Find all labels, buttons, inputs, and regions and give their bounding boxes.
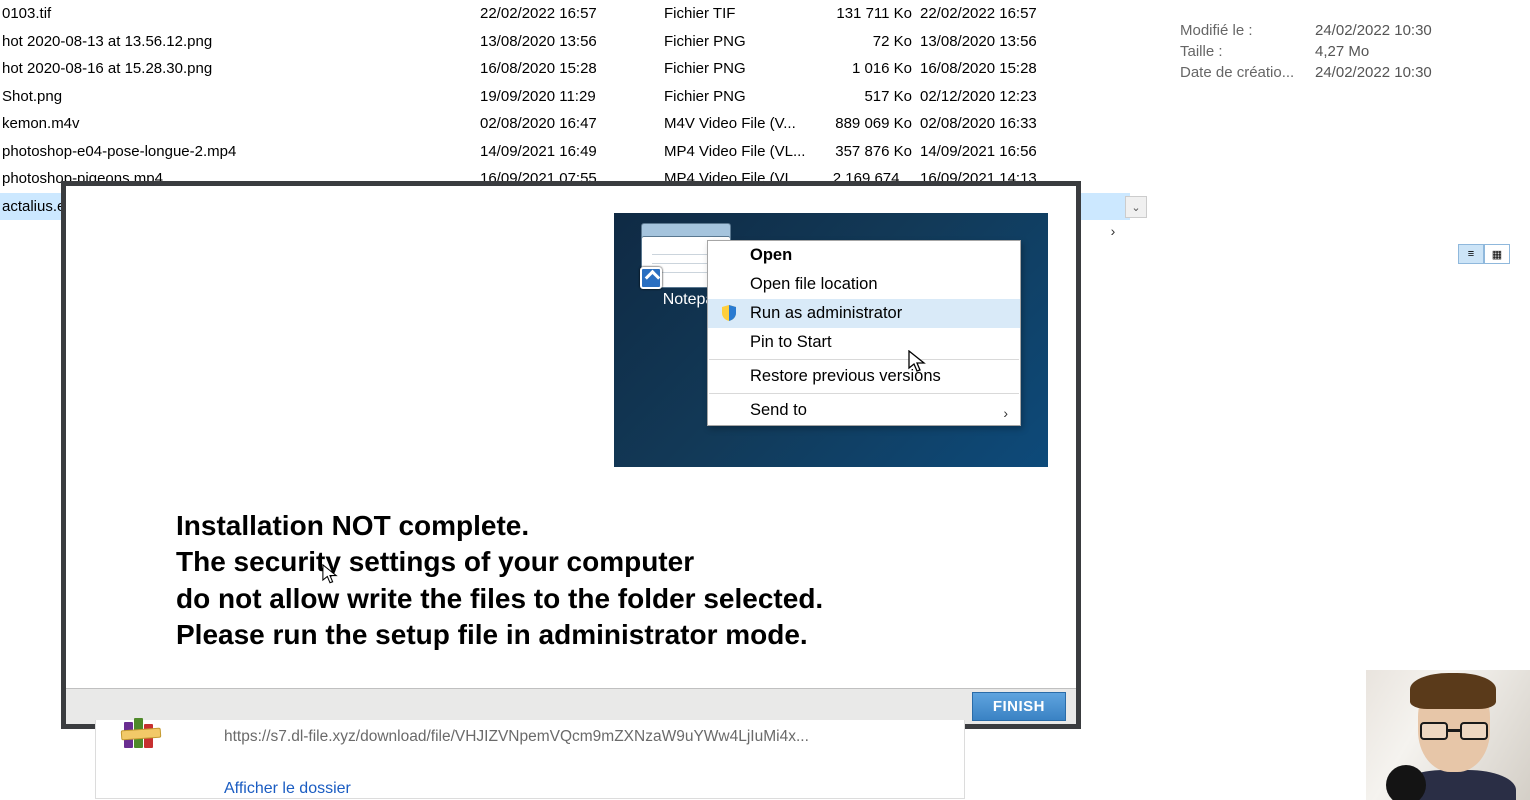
file-date-created: 16/08/2020 15:28 <box>920 60 1100 77</box>
scroll-down-button[interactable]: ⌄ <box>1125 196 1147 218</box>
menu-separator <box>709 359 1019 360</box>
file-date-modified: 22/02/2022 16:57 <box>480 5 664 22</box>
file-date-created: 13/08/2020 13:56 <box>920 33 1100 50</box>
file-name: hot 2020-08-16 at 15.28.30.png <box>2 60 480 77</box>
file-date-modified: 19/09/2020 11:29 <box>480 88 664 105</box>
menu-label: Run as administrator <box>750 304 902 322</box>
file-row[interactable]: kemon.m4v 02/08/2020 16:47 M4V Video Fil… <box>0 110 1130 138</box>
file-row[interactable]: Shot.png 19/09/2020 11:29 Fichier PNG 51… <box>0 83 1130 111</box>
file-name: kemon.m4v <box>2 115 480 132</box>
details-panel: Modifié le : 24/02/2022 10:30 Taille : 4… <box>1150 0 1510 95</box>
menu-pin-start[interactable]: Pin to Start <box>708 328 1020 357</box>
file-date-modified: 14/09/2021 16:49 <box>480 143 664 160</box>
detail-value: 24/02/2022 10:30 <box>1315 22 1432 39</box>
file-type: MP4 Video File (VL... <box>664 143 830 160</box>
file-date-created: 02/08/2020 16:33 <box>920 115 1100 132</box>
detail-modified: Modifié le : 24/02/2022 10:30 <box>1180 22 1510 39</box>
cursor-icon <box>322 564 338 584</box>
detail-label: Taille : <box>1180 43 1315 60</box>
download-item: https://s7.dl-file.xyz/download/file/VHJ… <box>95 720 965 799</box>
file-size: 72 Ko <box>830 33 920 50</box>
view-mode-toggle: ≡ ▦ <box>1458 244 1510 264</box>
file-date-modified: 16/08/2020 15:28 <box>480 60 664 77</box>
file-name: Shot.png <box>2 88 480 105</box>
menu-open-location[interactable]: Open file location <box>708 270 1020 299</box>
detail-created: Date de créatio... 24/02/2022 10:30 <box>1180 64 1510 81</box>
menu-send-to[interactable]: Send to › <box>708 396 1020 425</box>
finish-button[interactable]: FINISH <box>972 692 1066 721</box>
list-icon: ≡ <box>1468 248 1474 260</box>
dialog-message: Installation NOT complete. The security … <box>176 508 1016 654</box>
message-line: Installation NOT complete. <box>176 508 1016 544</box>
menu-label: Pin to Start <box>750 333 832 351</box>
file-date-created: 22/02/2022 16:57 <box>920 5 1100 22</box>
file-name: hot 2020-08-13 at 13.56.12.png <box>2 33 480 50</box>
file-row[interactable]: hot 2020-08-16 at 15.28.30.png 16/08/202… <box>0 55 1130 83</box>
file-size: 357 876 Ko <box>830 143 920 160</box>
context-menu: Open Open file location Run as administr… <box>707 240 1021 426</box>
chevron-right-icon: › <box>1111 223 1116 239</box>
dialog-button-bar: FINISH <box>66 688 1076 724</box>
detail-label: Modifié le : <box>1180 22 1315 39</box>
detail-size: Taille : 4,27 Mo <box>1180 43 1510 60</box>
detail-label: Date de créatio... <box>1180 64 1315 81</box>
dialog-body: Notepa Open Open file location Run as ad… <box>66 186 1076 688</box>
file-date-created: 14/09/2021 16:56 <box>920 143 1100 160</box>
file-date-modified: 13/08/2020 13:56 <box>480 33 664 50</box>
file-name: 0103.tif <box>2 5 480 22</box>
file-size: 889 069 Ko <box>830 115 920 132</box>
installer-dialog: Notepa Open Open file location Run as ad… <box>61 181 1081 729</box>
view-icons-button[interactable]: ▦ <box>1484 244 1510 264</box>
shortcut-arrow-icon <box>640 267 662 289</box>
file-type: Fichier PNG <box>664 60 830 77</box>
file-date-modified: 02/08/2020 16:47 <box>480 115 664 132</box>
menu-label: Open <box>750 246 792 264</box>
file-size: 517 Ko <box>830 88 920 105</box>
detail-value: 4,27 Mo <box>1315 43 1369 60</box>
menu-label: Send to <box>750 401 807 419</box>
view-details-button[interactable]: ≡ <box>1458 244 1484 264</box>
menu-open[interactable]: Open <box>708 241 1020 270</box>
menu-label: Open file location <box>750 275 878 293</box>
file-size: 131 711 Ko <box>830 5 920 22</box>
winrar-icon <box>124 716 164 756</box>
shield-icon <box>720 304 738 322</box>
file-type: Fichier PNG <box>664 88 830 105</box>
menu-run-admin[interactable]: Run as administrator <box>708 299 1020 328</box>
show-folder-link[interactable]: Afficher le dossier <box>224 780 944 798</box>
file-name: photoshop-e04-pose-longue-2.mp4 <box>2 143 480 160</box>
menu-restore[interactable]: Restore previous versions <box>708 362 1020 391</box>
message-line: Please run the setup file in administrat… <box>176 617 1016 653</box>
webcam-overlay <box>1366 670 1530 800</box>
menu-separator <box>709 393 1019 394</box>
file-row[interactable]: 0103.tif 22/02/2022 16:57 Fichier TIF 13… <box>0 0 1130 28</box>
cursor-icon <box>908 350 926 374</box>
file-type: M4V Video File (V... <box>664 115 830 132</box>
link-label: Afficher le dossier <box>224 780 351 797</box>
file-type: Fichier PNG <box>664 33 830 50</box>
message-line: The security settings of your computer <box>176 544 1016 580</box>
chevron-down-icon: ⌄ <box>1131 201 1140 214</box>
file-row[interactable]: photoshop-e04-pose-longue-2.mp4 14/09/20… <box>0 138 1130 166</box>
chevron-right-icon: › <box>1003 405 1008 421</box>
message-line: do not allow write the files to the fold… <box>176 581 1016 617</box>
file-date-created: 02/12/2020 12:23 <box>920 88 1100 105</box>
grid-icon: ▦ <box>1492 248 1502 261</box>
file-type: Fichier TIF <box>664 5 830 22</box>
nav-right-button[interactable]: › <box>1102 220 1124 242</box>
button-label: FINISH <box>993 698 1045 715</box>
download-url: https://s7.dl-file.xyz/download/file/VHJ… <box>224 728 944 746</box>
file-size: 1 016 Ko <box>830 60 920 77</box>
detail-value: 24/02/2022 10:30 <box>1315 64 1432 81</box>
file-row[interactable]: hot 2020-08-13 at 13.56.12.png 13/08/202… <box>0 28 1130 56</box>
